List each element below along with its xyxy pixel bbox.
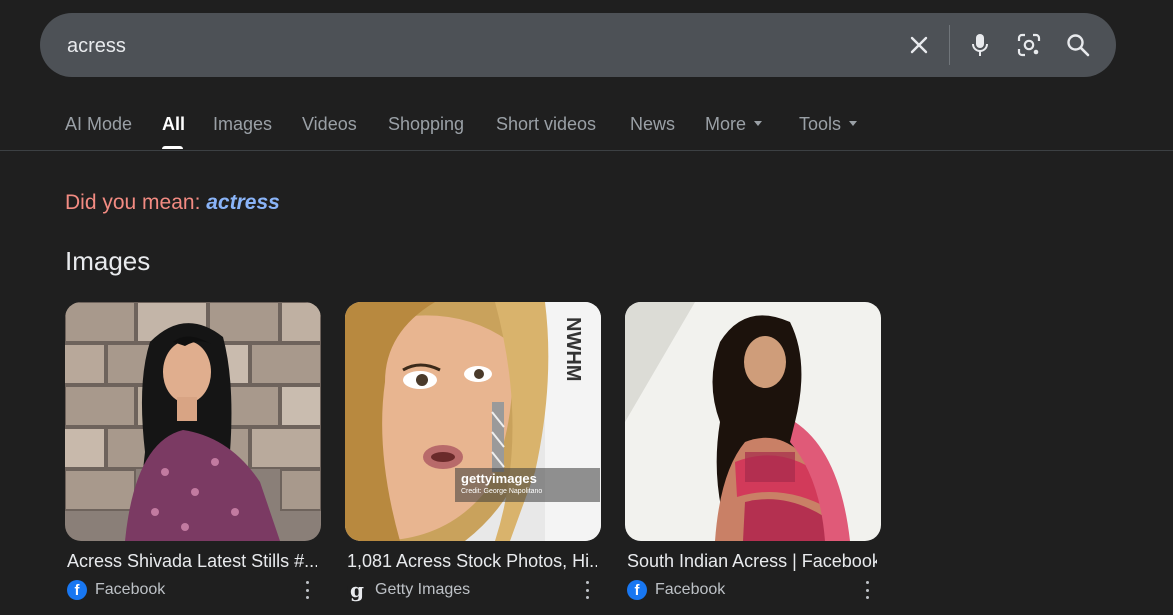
- tab-more[interactable]: More: [705, 114, 763, 135]
- facebook-icon: f: [67, 580, 87, 600]
- active-tab-indicator: [162, 146, 183, 149]
- tab-shopping[interactable]: Shopping: [388, 114, 464, 135]
- getty-icon: g: [347, 578, 367, 602]
- search-icon[interactable]: [1064, 31, 1092, 59]
- chevron-down-icon: [849, 120, 858, 126]
- more-options-icon[interactable]: [861, 581, 873, 599]
- source-name: Facebook: [655, 581, 726, 598]
- image-result-title[interactable]: 1,081 Acress Stock Photos, Hi...: [347, 551, 597, 572]
- tab-tools[interactable]: Tools: [799, 114, 858, 135]
- search-divider: [949, 25, 950, 65]
- search-tabs: AI Mode All Images Videos Shopping Short…: [0, 100, 1173, 151]
- microphone-icon[interactable]: [966, 31, 994, 59]
- spelling-suggestion-link[interactable]: actress: [206, 191, 280, 214]
- tab-news[interactable]: News: [630, 114, 675, 135]
- image-result-source[interactable]: g Getty Images: [347, 578, 471, 602]
- search-bar: [40, 13, 1116, 79]
- tab-images[interactable]: Images: [213, 114, 272, 135]
- clear-icon[interactable]: [905, 31, 933, 59]
- image-result-card: Acress Shivada Latest Stills #... f Face…: [65, 302, 321, 600]
- source-name: Getty Images: [375, 581, 471, 598]
- images-section-title: Images: [65, 246, 151, 276]
- did-you-mean: Did you mean: actress: [65, 191, 280, 215]
- tab-more-label: More: [705, 114, 747, 134]
- tab-videos[interactable]: Videos: [302, 114, 357, 135]
- did-you-mean-prefix: Did you mean:: [65, 191, 201, 214]
- sign-text: NWHM: [562, 317, 584, 381]
- image-thumbnail[interactable]: NWHM gettyimages Credit: George Napolita…: [345, 302, 601, 541]
- source-name: Facebook: [95, 581, 166, 598]
- image-result-title[interactable]: Acress Shivada Latest Stills #...: [67, 551, 317, 572]
- tab-all[interactable]: All: [162, 114, 185, 135]
- watermark-text: gettyimages: [461, 471, 537, 486]
- image-result-card: NWHM gettyimages Credit: George Napolita…: [345, 302, 601, 602]
- more-options-icon[interactable]: [301, 581, 313, 599]
- more-options-icon[interactable]: [581, 581, 593, 599]
- tab-ai-mode[interactable]: AI Mode: [65, 114, 132, 135]
- watermark-credit: Credit: George Napolitano: [461, 488, 543, 495]
- lens-camera-icon[interactable]: [1015, 31, 1043, 59]
- image-result-source[interactable]: f Facebook: [627, 579, 725, 601]
- tab-tools-label: Tools: [799, 114, 842, 134]
- image-result-title[interactable]: South Indian Acress | Facebook: [627, 551, 877, 572]
- image-thumbnail[interactable]: [625, 302, 881, 541]
- getty-watermark: gettyimages Credit: George Napolitano: [455, 468, 600, 502]
- search-input[interactable]: [65, 13, 869, 79]
- image-result-card: South Indian Acress | Facebook f Faceboo…: [625, 302, 881, 600]
- facebook-icon: f: [627, 580, 647, 600]
- image-result-source[interactable]: f Facebook: [67, 579, 165, 601]
- image-thumbnail[interactable]: [65, 302, 321, 541]
- tab-short-videos[interactable]: Short videos: [496, 114, 596, 135]
- chevron-down-icon: [754, 120, 763, 126]
